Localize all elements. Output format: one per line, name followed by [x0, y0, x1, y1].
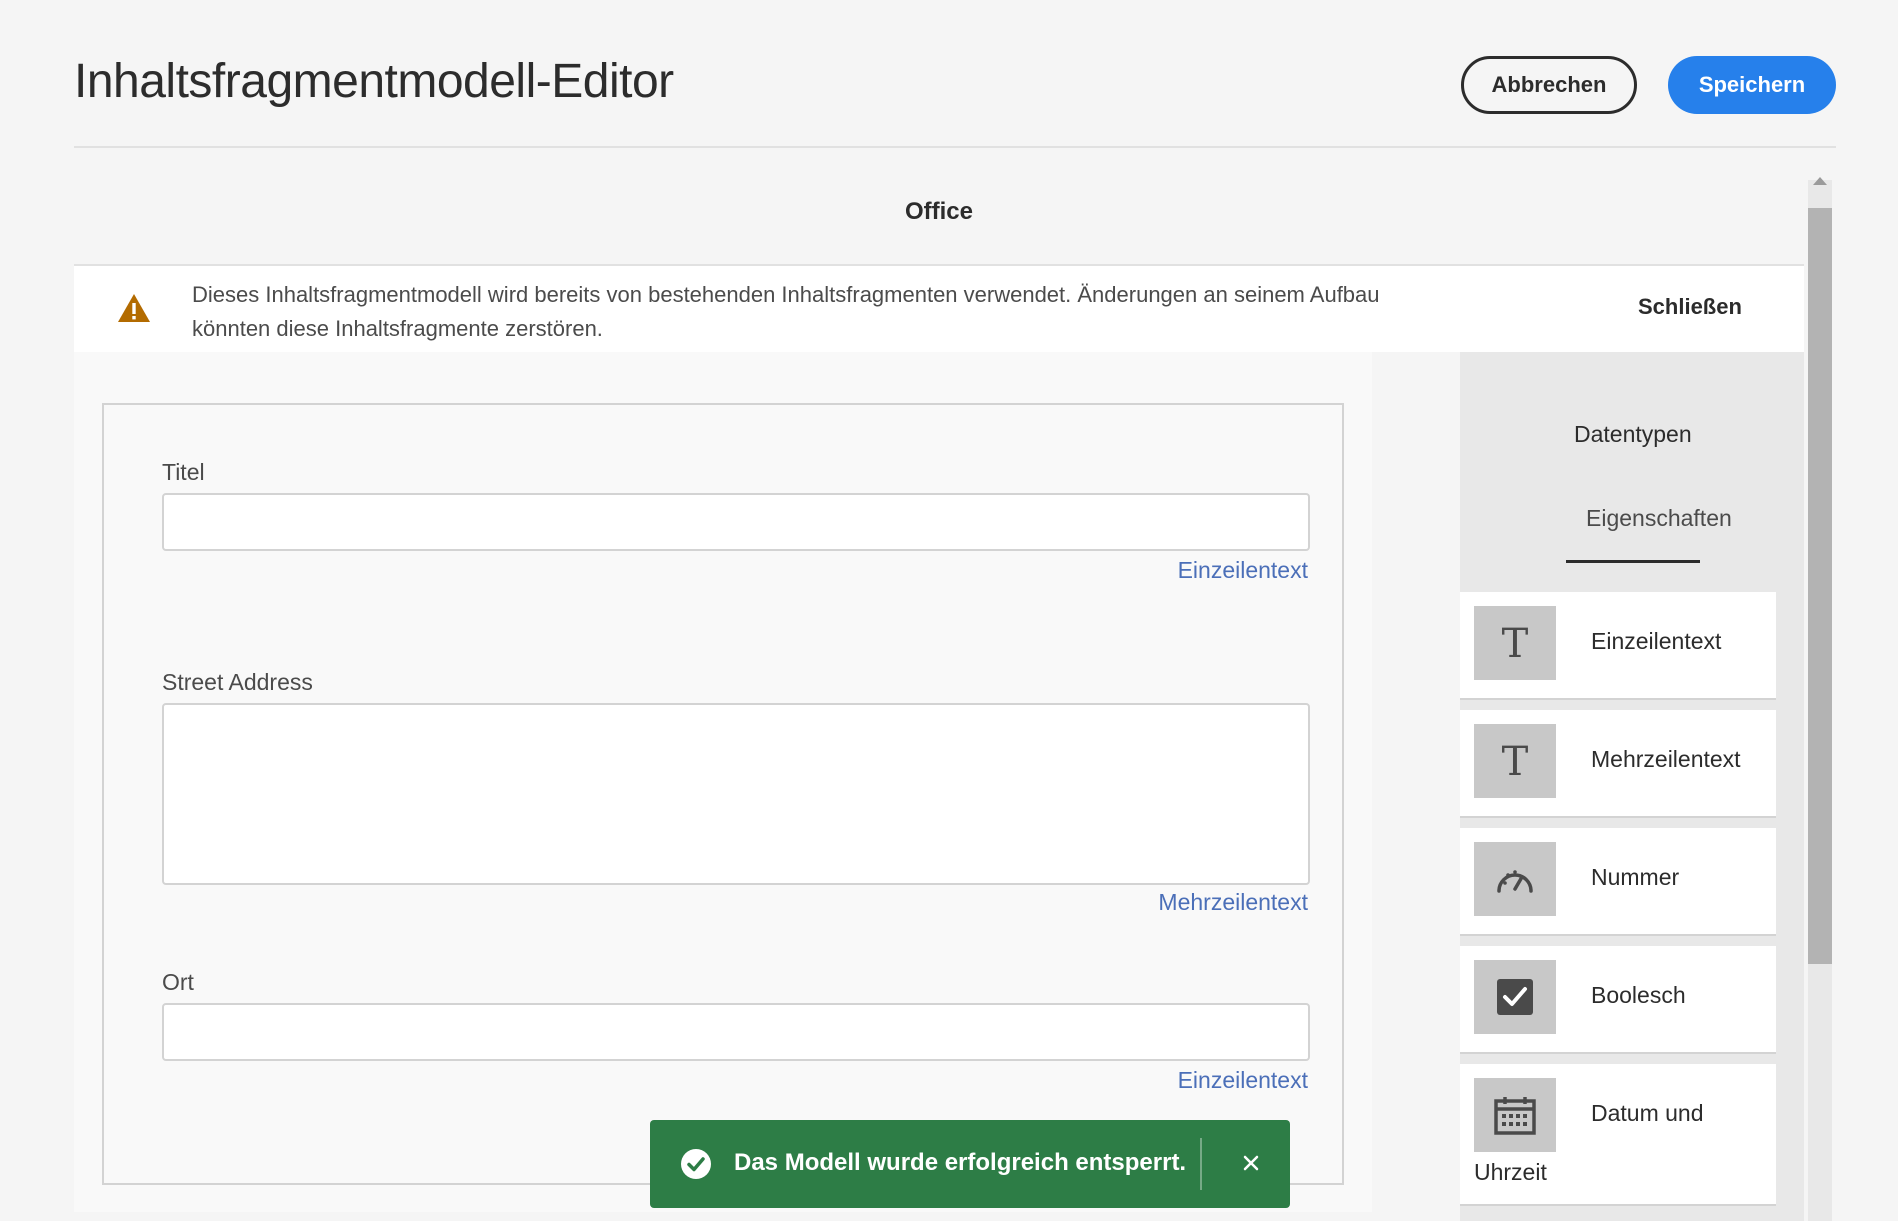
svg-text:T: T [1502, 741, 1529, 781]
datatype-label: Boolesch [1591, 982, 1686, 1008]
field-street-address[interactable] [162, 703, 1310, 885]
alert-close-button[interactable]: Schließen [1638, 294, 1742, 320]
toast-divider [1200, 1138, 1202, 1190]
page-title: Inhaltsfragmentmodell-Editor [74, 55, 674, 108]
warning-alert: Dieses Inhaltsfragmentmodell wird bereit… [74, 266, 1804, 352]
text-icon: T [1474, 724, 1556, 798]
field-label-titel: Titel [162, 459, 205, 485]
model-name: Office [904, 198, 973, 225]
field-label-street-address: Street Address [162, 669, 313, 695]
success-toast: Das Modell wurde erfolgreich entsperrt. [650, 1120, 1290, 1208]
text-icon: T [1474, 606, 1556, 680]
page-header: Inhaltsfragmentmodell-Editor Abbrechen S… [74, 0, 1836, 148]
field-type-link[interactable]: Mehrzeilentext [1158, 889, 1308, 916]
editor-area: Titel Einzeilentext Street Address Mehrz… [74, 352, 1372, 1212]
alert-message-line: könnten diese Inhaltsfragmente zerstören… [192, 316, 603, 341]
cancel-button[interactable]: Abbrechen [1461, 56, 1637, 114]
field-label-ort: Ort [162, 969, 194, 995]
checkmark-circle-icon [681, 1149, 711, 1179]
datatype-label: Uhrzeit [1474, 1159, 1547, 1185]
active-tab-indicator [1566, 560, 1700, 563]
datatype-nummer[interactable]: Nummer [1460, 828, 1776, 934]
close-icon[interactable] [1236, 1148, 1266, 1178]
side-panel: Datentypen Eigenschaften T Einzeilentext… [1460, 352, 1804, 1221]
datatype-label: Mehrzeilentext [1591, 746, 1741, 772]
form-canvas: Titel Einzeilentext Street Address Mehrz… [102, 403, 1344, 1185]
gauge-icon [1474, 842, 1556, 916]
checkbox-icon [1474, 960, 1556, 1034]
tab-datatypes[interactable]: Datentypen [1574, 421, 1692, 448]
datatype-label: Nummer [1591, 864, 1680, 890]
toast-message: Das Modell wurde erfolgreich entsperrt. [734, 1149, 1187, 1176]
alert-message: Dieses Inhaltsfragmentmodell wird bereit… [192, 278, 1492, 346]
datatype-label: Einzeilentext [1591, 628, 1722, 654]
tab-properties[interactable]: Eigenschaften [1586, 505, 1732, 532]
scroll-thumb[interactable] [1808, 208, 1832, 964]
save-button[interactable]: Speichern [1668, 56, 1836, 114]
svg-text:T: T [1502, 623, 1529, 663]
scrollbar[interactable] [1808, 177, 1832, 1221]
datatype-datum-und-uhrzeit[interactable]: Datum und Uhrzeit [1460, 1064, 1776, 1204]
warning-icon [118, 294, 150, 322]
datatype-mehrzeilentext[interactable]: T Mehrzeilentext [1460, 710, 1776, 816]
field-titel[interactable] [162, 493, 1310, 551]
scroll-up-arrow-icon[interactable] [1813, 177, 1827, 185]
datatype-label: Datum und [1591, 1100, 1704, 1126]
datatype-boolesch[interactable]: Boolesch [1460, 946, 1776, 1052]
calendar-icon [1474, 1078, 1556, 1152]
datatype-einzeilentext[interactable]: T Einzeilentext [1460, 592, 1776, 698]
field-type-link[interactable]: Einzeilentext [1178, 1067, 1308, 1094]
field-type-link[interactable]: Einzeilentext [1178, 557, 1308, 584]
field-ort[interactable] [162, 1003, 1310, 1061]
alert-message-line: Dieses Inhaltsfragmentmodell wird bereit… [192, 282, 1380, 307]
